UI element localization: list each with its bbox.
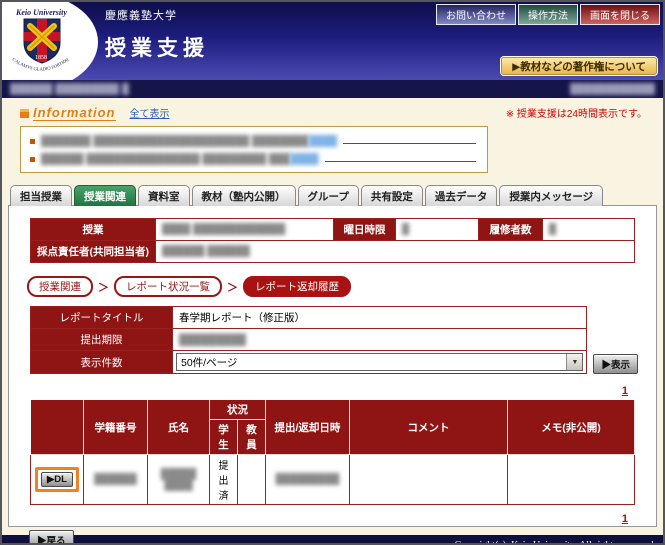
submit-datetime-value: █████████ [276, 474, 340, 485]
bullet-icon [30, 157, 35, 162]
tab-class-related[interactable]: 授業関連 [74, 185, 136, 206]
results-table: 学籍番号 氏名 状況 提出/返却日時 コメント メモ(非公開) 学生 教員 ▶D… [30, 399, 635, 505]
tab-bar: 担当授業 授業関連 資料室 教材（塾内公開） グループ 共有設定 過去データ 授… [10, 185, 663, 206]
current-datetime: ████████████ [570, 84, 655, 95]
info-item-text: ███████ ██████████████████████ ████████ [41, 134, 309, 150]
university-name: 慶應義塾大学 [105, 7, 209, 23]
support-hours-note: ※ 授業支援は24時間表示です。 [506, 105, 647, 120]
header-titles: 慶應義塾大学 授業支援 [105, 7, 209, 62]
app-header: Keio University 1858 CALAMVS GLADIO FORT… [2, 2, 663, 80]
tab-group[interactable]: グループ [298, 185, 359, 206]
keio-logo: Keio University 1858 CALAMVS GLADIO FORT… [2, 2, 102, 80]
grader-label: 採点責任者(共同担当者) [31, 241, 156, 263]
information-item: ███████ ██████████████████████ ████████ … [30, 132, 478, 150]
dropdown-arrow-icon[interactable]: ▼ [566, 354, 582, 370]
breadcrumb-separator: ＞ [98, 279, 109, 295]
deadline-value: █████████ [179, 334, 246, 346]
information-box: ███████ ██████████████████████ ████████ … [20, 126, 488, 173]
day-period-label: 曜日時限 [334, 219, 396, 241]
information-title: Information [33, 105, 116, 121]
bullet-icon [30, 139, 35, 144]
info-item-link[interactable]: ████ [309, 134, 337, 150]
student-name-value: █████ ████ [161, 469, 196, 491]
report-form-table: レポートタイトル 春学期レポート（修正版） 提出期限 █████████ 表示件… [30, 306, 587, 374]
how-to-button[interactable]: 操作方法 [518, 4, 578, 25]
class-support-window: Keio University 1858 CALAMVS GLADIO FORT… [0, 0, 665, 545]
app-title: 授業支援 [105, 32, 209, 62]
page-1-link[interactable]: 1 [622, 385, 628, 397]
breadcrumb-report-status-list[interactable]: レポート状況一覧 [114, 276, 222, 297]
memo-header: メモ(非公開) [507, 400, 634, 455]
deadline-label: 提出期限 [31, 329, 173, 351]
enrolled-label: 履修者数 [479, 219, 543, 241]
tab-class-messages[interactable]: 授業内メッセージ [499, 185, 603, 206]
information-header-row: Information 全て表示 ※ 授業支援は24時間表示です。 [2, 98, 663, 121]
main-content: Information 全て表示 ※ 授業支援は24時間表示です。 ██████… [2, 98, 663, 527]
comment-value [349, 455, 507, 505]
grader-value: ██████ ██████ [162, 246, 250, 257]
tab-panel: 授業 ████ █████████████ 曜日時限 █ 履修者数 █ 採点責任… [8, 205, 657, 527]
student-status-value: 提出済 [209, 455, 237, 505]
page-1-link[interactable]: 1 [622, 513, 628, 525]
tab-share-settings[interactable]: 共有設定 [361, 185, 423, 206]
dl-column-header [31, 400, 84, 455]
close-screen-button[interactable]: 画面を閉じる [580, 4, 660, 25]
materials-copyright-button[interactable]: ▶教材などの著作権について [501, 57, 657, 75]
class-label: 授業 [31, 219, 156, 241]
pagination-bottom: 1 [9, 513, 628, 525]
teacher-status-value [237, 455, 265, 505]
datetime-header: 提出/返却日時 [265, 400, 349, 455]
back-row: ▶戻る [29, 530, 656, 545]
breadcrumb-separator: ＞ [227, 279, 238, 295]
show-all-link[interactable]: 全て表示 [130, 105, 170, 120]
logo-caption: Keio University [15, 8, 67, 17]
show-button[interactable]: ▶表示 [593, 354, 638, 374]
dl-button-highlight: ▶DL [35, 467, 79, 492]
page-size-select[interactable]: 50件/ページ ▼ [176, 353, 583, 371]
divider [343, 132, 476, 144]
status-teacher-header: 教員 [237, 420, 265, 455]
tab-document-room[interactable]: 資料室 [138, 185, 190, 206]
contact-button[interactable]: お問い合わせ [436, 4, 516, 25]
table-row: ▶DL ██████ █████ ████ 提出済 █████████ [31, 455, 635, 505]
name-header: 氏名 [147, 400, 209, 455]
download-button[interactable]: ▶DL [41, 472, 73, 487]
status-header: 状況 [209, 400, 265, 420]
status-student-header: 学生 [209, 420, 237, 455]
class-value: ████ █████████████ [162, 224, 285, 235]
memo-value [507, 455, 634, 505]
report-title-label: レポートタイトル [31, 307, 173, 329]
logo-year: 1858 [35, 55, 47, 61]
tab-assigned-classes[interactable]: 担当授業 [10, 185, 72, 206]
course-info-table: 授業 ████ █████████████ 曜日時限 █ 履修者数 █ 採点責任… [30, 218, 635, 263]
page-size-label: 表示件数 [31, 351, 173, 374]
info-item-text: ██████ ████████████████ █████████ ███ [41, 152, 290, 168]
logged-in-user: ██████ █████████ █ [10, 84, 129, 95]
tab-past-data[interactable]: 過去データ [425, 185, 498, 206]
day-period-value: █ [402, 224, 409, 235]
user-bar: ██████ █████████ █ ████████████ [2, 80, 663, 98]
information-icon [20, 109, 29, 118]
information-item: ██████ ████████████████ █████████ ███ ██… [30, 150, 478, 168]
student-id-header: 学籍番号 [83, 400, 147, 455]
tab-materials[interactable]: 教材（塾内公開） [192, 185, 296, 206]
breadcrumb: 授業関連 ＞ レポート状況一覧 ＞ レポート返却履歴 [27, 276, 656, 297]
header-nav: お問い合わせ 操作方法 画面を閉じる [436, 4, 660, 25]
pagination-top: 1 [9, 385, 628, 397]
breadcrumb-report-return-history: レポート返却履歴 [243, 276, 351, 297]
enrolled-value: █ [549, 224, 556, 235]
report-title-value: 春学期レポート（修正版） [173, 307, 587, 329]
info-item-link[interactable]: ████ [290, 152, 318, 168]
page-size-selected-value: 50件/ページ [177, 355, 566, 370]
student-id-value: ██████ [94, 474, 137, 485]
divider [325, 150, 476, 162]
back-button[interactable]: ▶戻る [29, 530, 74, 545]
comment-header: コメント [349, 400, 507, 455]
report-form-row: レポートタイトル 春学期レポート（修正版） 提出期限 █████████ 表示件… [30, 306, 638, 374]
breadcrumb-class-related[interactable]: 授業関連 [27, 276, 93, 297]
